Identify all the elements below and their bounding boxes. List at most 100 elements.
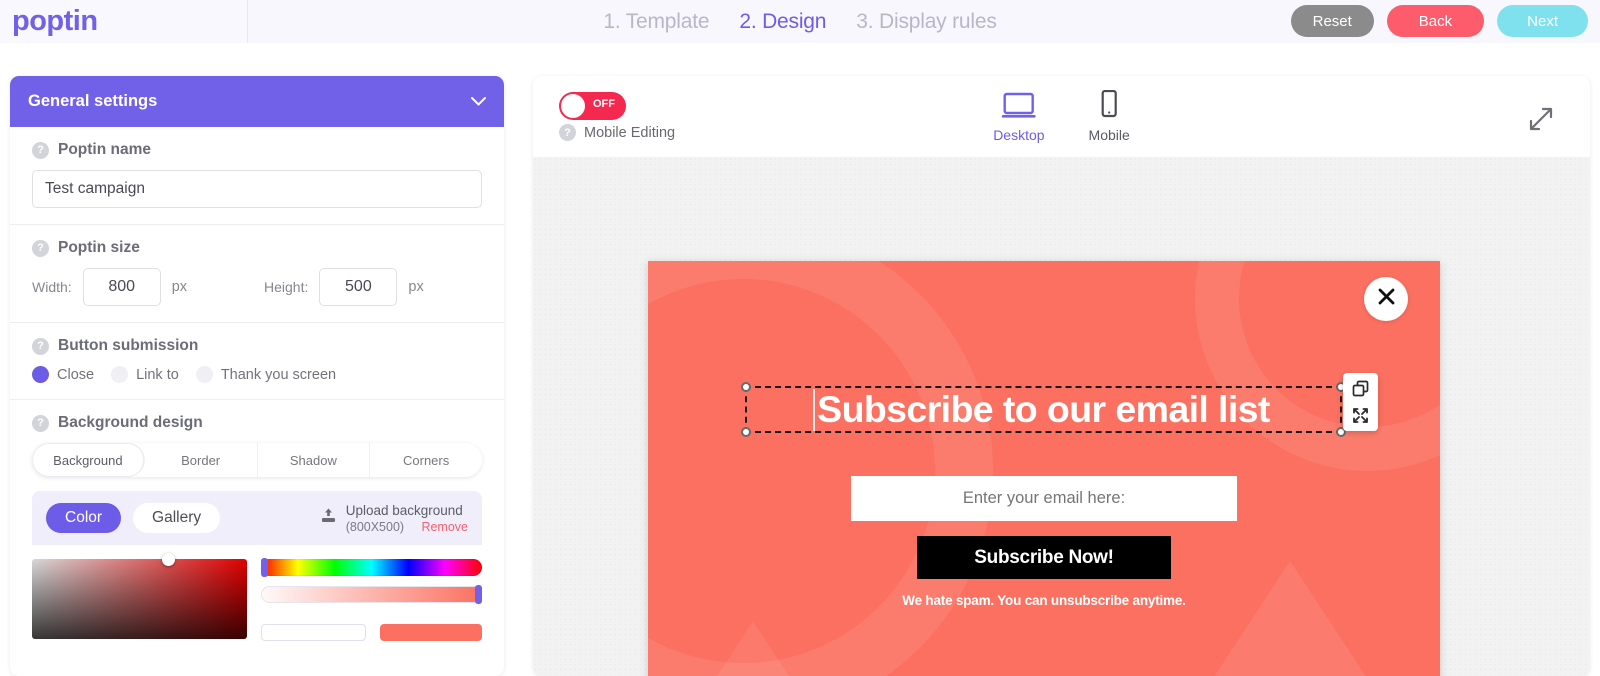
background-design-label: Background design [58, 414, 203, 431]
settings-sidebar: General settings ? Poptin name ? Poptin … [10, 76, 504, 676]
back-button[interactable]: Back [1386, 5, 1485, 37]
decorative-triangle-left [668, 621, 838, 676]
hue-slider[interactable] [261, 558, 482, 578]
radio-link-to-dot[interactable] [111, 366, 129, 383]
logo-zone: poptin [0, 0, 248, 43]
next-button[interactable]: Next [1497, 5, 1588, 37]
mode-gallery-button[interactable]: Gallery [133, 503, 221, 534]
color-picker [32, 545, 482, 642]
popup-subscribe-button[interactable]: Subscribe Now! [917, 536, 1171, 579]
general-settings-header[interactable]: General settings [10, 76, 504, 127]
mobile-icon [1098, 89, 1120, 125]
width-unit: px [171, 279, 188, 295]
height-unit: px [408, 279, 424, 295]
mobile-editing-label: Mobile Editing [584, 124, 676, 141]
mode-color-button[interactable]: Color [46, 503, 122, 534]
radio-close-dot[interactable] [32, 366, 49, 383]
help-icon[interactable]: ? [32, 414, 49, 432]
toggle-knob [561, 94, 585, 118]
mobile-editing-control: OFF ? Mobile Editing [559, 92, 675, 141]
current-color-swatch[interactable] [379, 624, 482, 642]
top-bar: poptin 1. Template 2. Design 3. Display … [0, 0, 1600, 43]
toggle-state-label: OFF [593, 98, 615, 110]
background-design-heading: ? Background design [32, 414, 482, 432]
upload-background-control[interactable]: Upload background (800X500) Remove [320, 502, 468, 534]
radio-thank-you-label: Thank you screen [220, 366, 337, 383]
poptin-size-heading: ? Poptin size [32, 239, 482, 257]
move-icon[interactable] [1352, 407, 1369, 424]
tab-corners[interactable]: Corners [370, 443, 482, 477]
popup-email-input[interactable] [851, 476, 1237, 521]
step-display-rules[interactable]: 3. Display rules [856, 10, 997, 34]
tab-shadow[interactable]: Shadow [257, 443, 371, 477]
upload-icon[interactable] [320, 507, 337, 529]
decorative-triangle-right [1185, 561, 1395, 676]
step-template[interactable]: 1. Template [603, 10, 709, 34]
button-submission-options: Close Link to Thank you screen [32, 366, 482, 383]
device-mobile-label: Mobile [1088, 127, 1130, 143]
button-submission-label: Button submission [58, 337, 199, 354]
upload-background-label: Upload background [345, 503, 463, 518]
desktop-icon [1001, 92, 1036, 125]
radio-thank-you-dot[interactable] [195, 366, 213, 383]
help-icon[interactable]: ? [32, 141, 49, 159]
resize-handle-top-left[interactable] [741, 382, 751, 392]
color-sliders [261, 558, 482, 642]
radio-close-label: Close [57, 366, 95, 383]
tab-border[interactable]: Border [144, 443, 258, 477]
upload-dimensions: (800X500) [345, 520, 405, 535]
radio-close[interactable]: Close [32, 366, 94, 383]
height-label: Height: [264, 279, 309, 295]
popup-close-button[interactable] [1364, 277, 1408, 321]
popup-preview: Subscribe to our email list Enter your e… [648, 261, 1440, 676]
button-submission-heading: ? Button submission [32, 337, 482, 355]
canvas-toolbar: OFF ? Mobile Editing Desktop Mobile [533, 76, 1590, 157]
device-desktop[interactable]: Desktop [993, 92, 1045, 143]
popup-disclaimer: We hate spam. You can unsubscribe anytim… [902, 593, 1186, 608]
device-desktop-label: Desktop [993, 127, 1045, 143]
alpha-slider-handle[interactable] [475, 585, 482, 605]
step-design[interactable]: 2. Design [739, 10, 826, 34]
editor-canvas-card: OFF ? Mobile Editing Desktop Mobile Subs… [533, 76, 1590, 676]
general-settings-title: General settings [28, 92, 158, 110]
poptin-size-label: Poptin size [58, 239, 140, 256]
device-switcher: Desktop Mobile [993, 89, 1130, 143]
background-design-tabs: Background Border Shadow Corners [32, 443, 482, 477]
poptin-size-section: ? Poptin size Width: px Height: px [10, 225, 504, 323]
hue-slider-handle[interactable] [261, 558, 268, 578]
poptin-logo: poptin [12, 5, 98, 37]
mobile-editing-toggle[interactable]: OFF [559, 92, 626, 120]
resize-handle-bottom-left[interactable] [741, 427, 751, 437]
background-design-section: ? Background design Background Border Sh… [10, 400, 504, 657]
hex-value-field[interactable] [261, 624, 366, 642]
headline-selection-box[interactable] [741, 382, 1346, 437]
alpha-slider[interactable] [261, 585, 482, 605]
width-input[interactable] [82, 268, 161, 306]
poptin-name-heading: ? Poptin name [32, 141, 482, 159]
reset-button[interactable]: Reset [1290, 5, 1374, 37]
height-input[interactable] [319, 268, 398, 306]
close-icon [1377, 287, 1396, 311]
button-submission-section: ? Button submission Close Link to Thank … [10, 323, 504, 400]
remove-background-link[interactable]: Remove [421, 520, 468, 534]
width-label: Width: [32, 279, 72, 295]
radio-link-to[interactable]: Link to [111, 366, 179, 383]
canvas-workspace[interactable]: Subscribe to our email list Enter your e… [533, 157, 1590, 676]
duplicate-icon[interactable] [1352, 380, 1369, 397]
top-actions: Reset Back Next [1290, 5, 1588, 37]
help-icon[interactable]: ? [32, 337, 49, 355]
radio-thank-you-screen[interactable]: Thank you screen [195, 366, 337, 383]
size-inputs-row: Width: px Height: px [32, 268, 482, 306]
color-value-row [261, 624, 482, 642]
saturation-area[interactable] [32, 553, 247, 640]
decorative-ring-left [648, 261, 993, 676]
background-mode-bar: Color Gallery Upload background (800X500… [32, 491, 482, 546]
help-icon[interactable]: ? [559, 124, 576, 141]
device-mobile[interactable]: Mobile [1088, 89, 1130, 143]
expand-icon[interactable] [1528, 106, 1554, 137]
tab-background[interactable]: Background [32, 443, 145, 477]
poptin-name-input[interactable] [32, 170, 482, 208]
chevron-down-icon[interactable] [471, 93, 486, 110]
help-icon[interactable]: ? [32, 239, 49, 257]
saturation-handle[interactable] [162, 553, 175, 567]
